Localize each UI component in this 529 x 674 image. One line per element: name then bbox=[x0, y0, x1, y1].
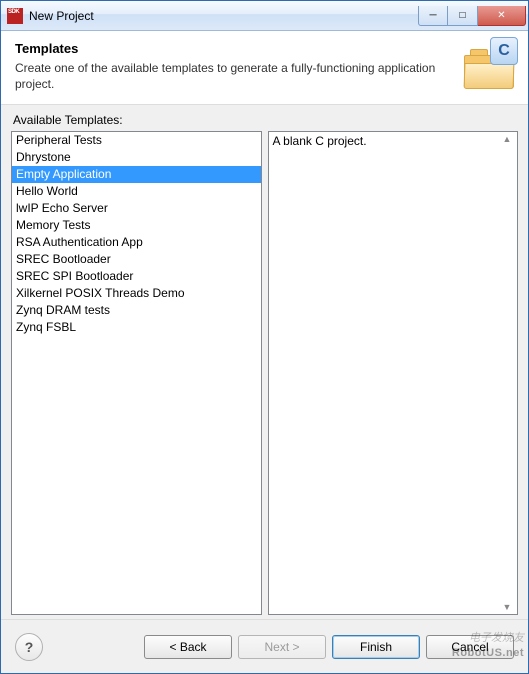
cancel-button[interactable]: Cancel bbox=[426, 635, 514, 659]
wizard-body: Available Templates: Peripheral TestsDhr… bbox=[1, 105, 528, 619]
title-bar: New Project ─ □ ✕ bbox=[1, 1, 528, 31]
template-item[interactable]: Zynq FSBL bbox=[12, 319, 261, 336]
template-item[interactable]: Xilkernel POSIX Threads Demo bbox=[12, 285, 261, 302]
template-item[interactable]: lwIP Echo Server bbox=[12, 200, 261, 217]
template-description-box: A blank C project. ▲ ▼ bbox=[268, 131, 519, 615]
back-button[interactable]: < Back bbox=[144, 635, 232, 659]
wizard-header: Templates Create one of the available te… bbox=[1, 31, 528, 105]
maximize-button[interactable]: □ bbox=[448, 6, 478, 26]
header-title: Templates bbox=[15, 41, 460, 56]
header-description: Create one of the available templates to… bbox=[15, 60, 460, 92]
template-description-text: A blank C project. bbox=[269, 132, 518, 614]
minimize-button[interactable]: ─ bbox=[418, 6, 448, 26]
close-button[interactable]: ✕ bbox=[478, 6, 526, 26]
template-item[interactable]: SREC SPI Bootloader bbox=[12, 268, 261, 285]
window-controls: ─ □ ✕ bbox=[418, 6, 526, 26]
new-project-dialog: New Project ─ □ ✕ Templates Create one o… bbox=[0, 0, 529, 674]
templates-listbox[interactable]: Peripheral TestsDhrystoneEmpty Applicati… bbox=[11, 131, 262, 615]
wizard-button-bar: ? < Back Next > Finish Cancel bbox=[1, 619, 528, 673]
template-item[interactable]: Zynq DRAM tests bbox=[12, 302, 261, 319]
template-item[interactable]: Memory Tests bbox=[12, 217, 261, 234]
template-item[interactable]: Peripheral Tests bbox=[12, 132, 261, 149]
c-language-badge: C bbox=[490, 37, 518, 65]
template-item[interactable]: Hello World bbox=[12, 183, 261, 200]
next-button[interactable]: Next > bbox=[238, 635, 326, 659]
template-item[interactable]: SREC Bootloader bbox=[12, 251, 261, 268]
help-button[interactable]: ? bbox=[15, 633, 43, 661]
template-item[interactable]: RSA Authentication App bbox=[12, 234, 261, 251]
template-item[interactable]: Empty Application bbox=[12, 166, 261, 183]
window-title: New Project bbox=[29, 9, 94, 23]
available-templates-label: Available Templates: bbox=[13, 113, 516, 127]
header-folder-icon: C bbox=[460, 41, 514, 89]
sdk-app-icon bbox=[7, 8, 23, 24]
template-item[interactable]: Dhrystone bbox=[12, 149, 261, 166]
finish-button[interactable]: Finish bbox=[332, 635, 420, 659]
